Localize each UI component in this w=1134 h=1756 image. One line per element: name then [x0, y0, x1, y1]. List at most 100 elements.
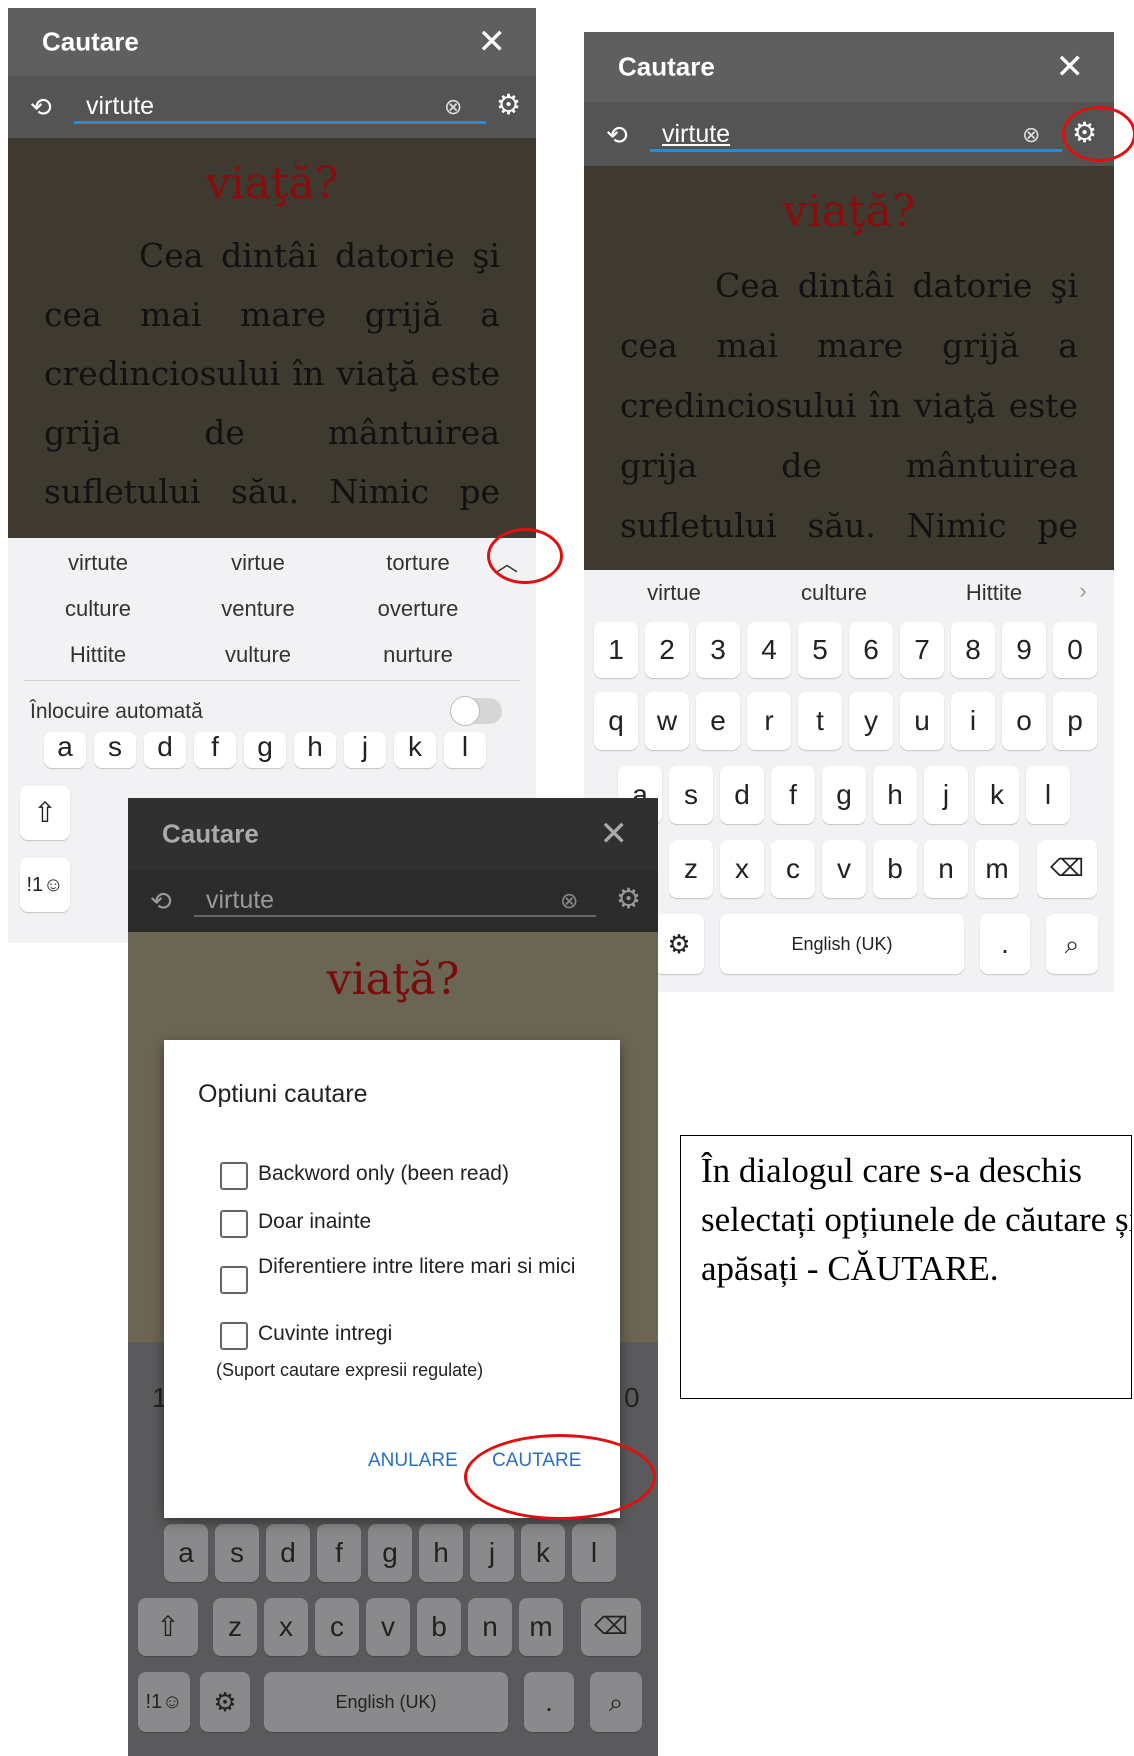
suggestion[interactable]: venture — [188, 596, 328, 622]
key-i[interactable]: i — [951, 692, 995, 750]
symbols-key[interactable]: !1☺ — [20, 858, 70, 912]
key-s[interactable]: s — [669, 766, 713, 824]
history-icon[interactable]: ⟲ — [150, 886, 172, 917]
key-l[interactable]: l — [572, 1524, 616, 1582]
key-b[interactable]: b — [417, 1598, 461, 1656]
key-1[interactable]: 1 — [594, 622, 638, 678]
key-v[interactable]: v — [366, 1598, 410, 1656]
key-q[interactable]: q — [594, 692, 638, 750]
key-g[interactable]: g — [822, 766, 866, 824]
suggestion[interactable]: nurture — [348, 642, 488, 668]
key-9[interactable]: 9 — [1002, 622, 1046, 678]
autoreplace-toggle[interactable] — [450, 696, 502, 726]
key-s[interactable]: s — [94, 732, 136, 768]
close-icon[interactable]: ✕ — [600, 814, 629, 854]
key-k[interactable]: k — [521, 1524, 565, 1582]
suggestion[interactable]: torture — [348, 550, 488, 576]
key-k[interactable]: k — [394, 732, 436, 768]
settings-gear-icon[interactable]: ⚙ — [200, 1672, 250, 1732]
suggestion[interactable]: culture — [764, 580, 904, 606]
key-v[interactable]: v — [822, 840, 866, 898]
checkbox[interactable] — [220, 1322, 248, 1350]
chevron-right-icon[interactable]: › — [1068, 578, 1098, 604]
shift-icon[interactable]: ⇧ — [138, 1598, 198, 1656]
suggestion[interactable]: Hittite — [28, 642, 168, 668]
history-icon[interactable]: ⟲ — [30, 92, 52, 123]
space-key[interactable]: English (UK) — [720, 914, 964, 974]
key-f[interactable]: f — [771, 766, 815, 824]
key-d[interactable]: d — [266, 1524, 310, 1582]
key-p[interactable]: p — [1053, 692, 1097, 750]
key-x[interactable]: x — [720, 840, 764, 898]
key-s[interactable]: s — [215, 1524, 259, 1582]
key-m[interactable]: m — [975, 840, 1019, 898]
key-f[interactable]: f — [194, 732, 236, 768]
key-g[interactable]: g — [244, 732, 286, 768]
key-l[interactable]: l — [1026, 766, 1070, 824]
clear-icon[interactable]: ⊗ — [560, 888, 578, 914]
checkbox[interactable] — [220, 1266, 248, 1294]
key-l[interactable]: l — [444, 732, 486, 768]
cancel-button[interactable]: ANULARE — [368, 1450, 458, 1472]
backspace-icon[interactable]: ⌫ — [1037, 840, 1097, 898]
suggestion[interactable]: overture — [348, 596, 488, 622]
key-h[interactable]: h — [873, 766, 917, 824]
settings-gear-icon[interactable]: ⚙ — [654, 914, 704, 974]
key-7[interactable]: 7 — [900, 622, 944, 678]
key-h[interactable]: h — [294, 732, 336, 768]
gear-icon[interactable]: ⚙ — [496, 88, 521, 121]
period-key[interactable]: . — [980, 914, 1030, 974]
key-a[interactable]: a — [44, 732, 86, 768]
suggestion[interactable]: virtue — [604, 580, 744, 606]
key-t[interactable]: t — [798, 692, 842, 750]
key-6[interactable]: 6 — [849, 622, 893, 678]
key-y[interactable]: y — [849, 692, 893, 750]
key-j[interactable]: j — [924, 766, 968, 824]
key-r[interactable]: r — [747, 692, 791, 750]
key-c[interactable]: c — [771, 840, 815, 898]
key-z[interactable]: z — [213, 1598, 257, 1656]
search-icon[interactable]: ⌕ — [590, 1672, 642, 1732]
symbols-key[interactable]: !1☺ — [138, 1672, 190, 1732]
space-key[interactable]: English (UK) — [264, 1672, 508, 1732]
period-key[interactable]: . — [524, 1672, 574, 1732]
key-d[interactable]: d — [144, 732, 186, 768]
search-input[interactable]: virtute — [74, 92, 486, 124]
key-w[interactable]: w — [645, 692, 689, 750]
shift-icon[interactable]: ⇧ — [20, 786, 70, 840]
key-8[interactable]: 8 — [951, 622, 995, 678]
key-e[interactable]: e — [696, 692, 740, 750]
suggestion[interactable]: vulture — [188, 642, 328, 668]
key-n[interactable]: n — [924, 840, 968, 898]
key-z[interactable]: z — [669, 840, 713, 898]
key-h[interactable]: h — [419, 1524, 463, 1582]
key-0[interactable]: 0 — [1053, 622, 1097, 678]
checkbox[interactable] — [220, 1210, 248, 1238]
suggestion[interactable]: virtute — [28, 550, 168, 576]
suggestion[interactable]: Hittite — [924, 580, 1064, 606]
key-f[interactable]: f — [317, 1524, 361, 1582]
key-b[interactable]: b — [873, 840, 917, 898]
key-k[interactable]: k — [975, 766, 1019, 824]
clear-icon[interactable]: ⊗ — [444, 94, 462, 120]
key-3[interactable]: 3 — [696, 622, 740, 678]
gear-icon[interactable]: ⚙ — [616, 882, 641, 915]
key-x[interactable]: x — [264, 1598, 308, 1656]
key-2[interactable]: 2 — [645, 622, 689, 678]
key-a[interactable]: a — [164, 1524, 208, 1582]
key-m[interactable]: m — [519, 1598, 563, 1656]
suggestion[interactable]: culture — [28, 596, 168, 622]
clear-icon[interactable]: ⊗ — [1022, 122, 1040, 148]
key-u[interactable]: u — [900, 692, 944, 750]
key-j[interactable]: j — [344, 732, 386, 768]
key-g[interactable]: g — [368, 1524, 412, 1582]
key-5[interactable]: 5 — [798, 622, 842, 678]
key-n[interactable]: n — [468, 1598, 512, 1656]
search-icon[interactable]: ⌕ — [1046, 914, 1098, 974]
backspace-icon[interactable]: ⌫ — [581, 1598, 641, 1656]
key-o[interactable]: o — [1002, 692, 1046, 750]
suggestion[interactable]: virtue — [188, 550, 328, 576]
search-input[interactable]: virtute — [194, 886, 596, 917]
close-icon[interactable]: ✕ — [1056, 47, 1085, 87]
history-icon[interactable]: ⟲ — [606, 120, 628, 151]
